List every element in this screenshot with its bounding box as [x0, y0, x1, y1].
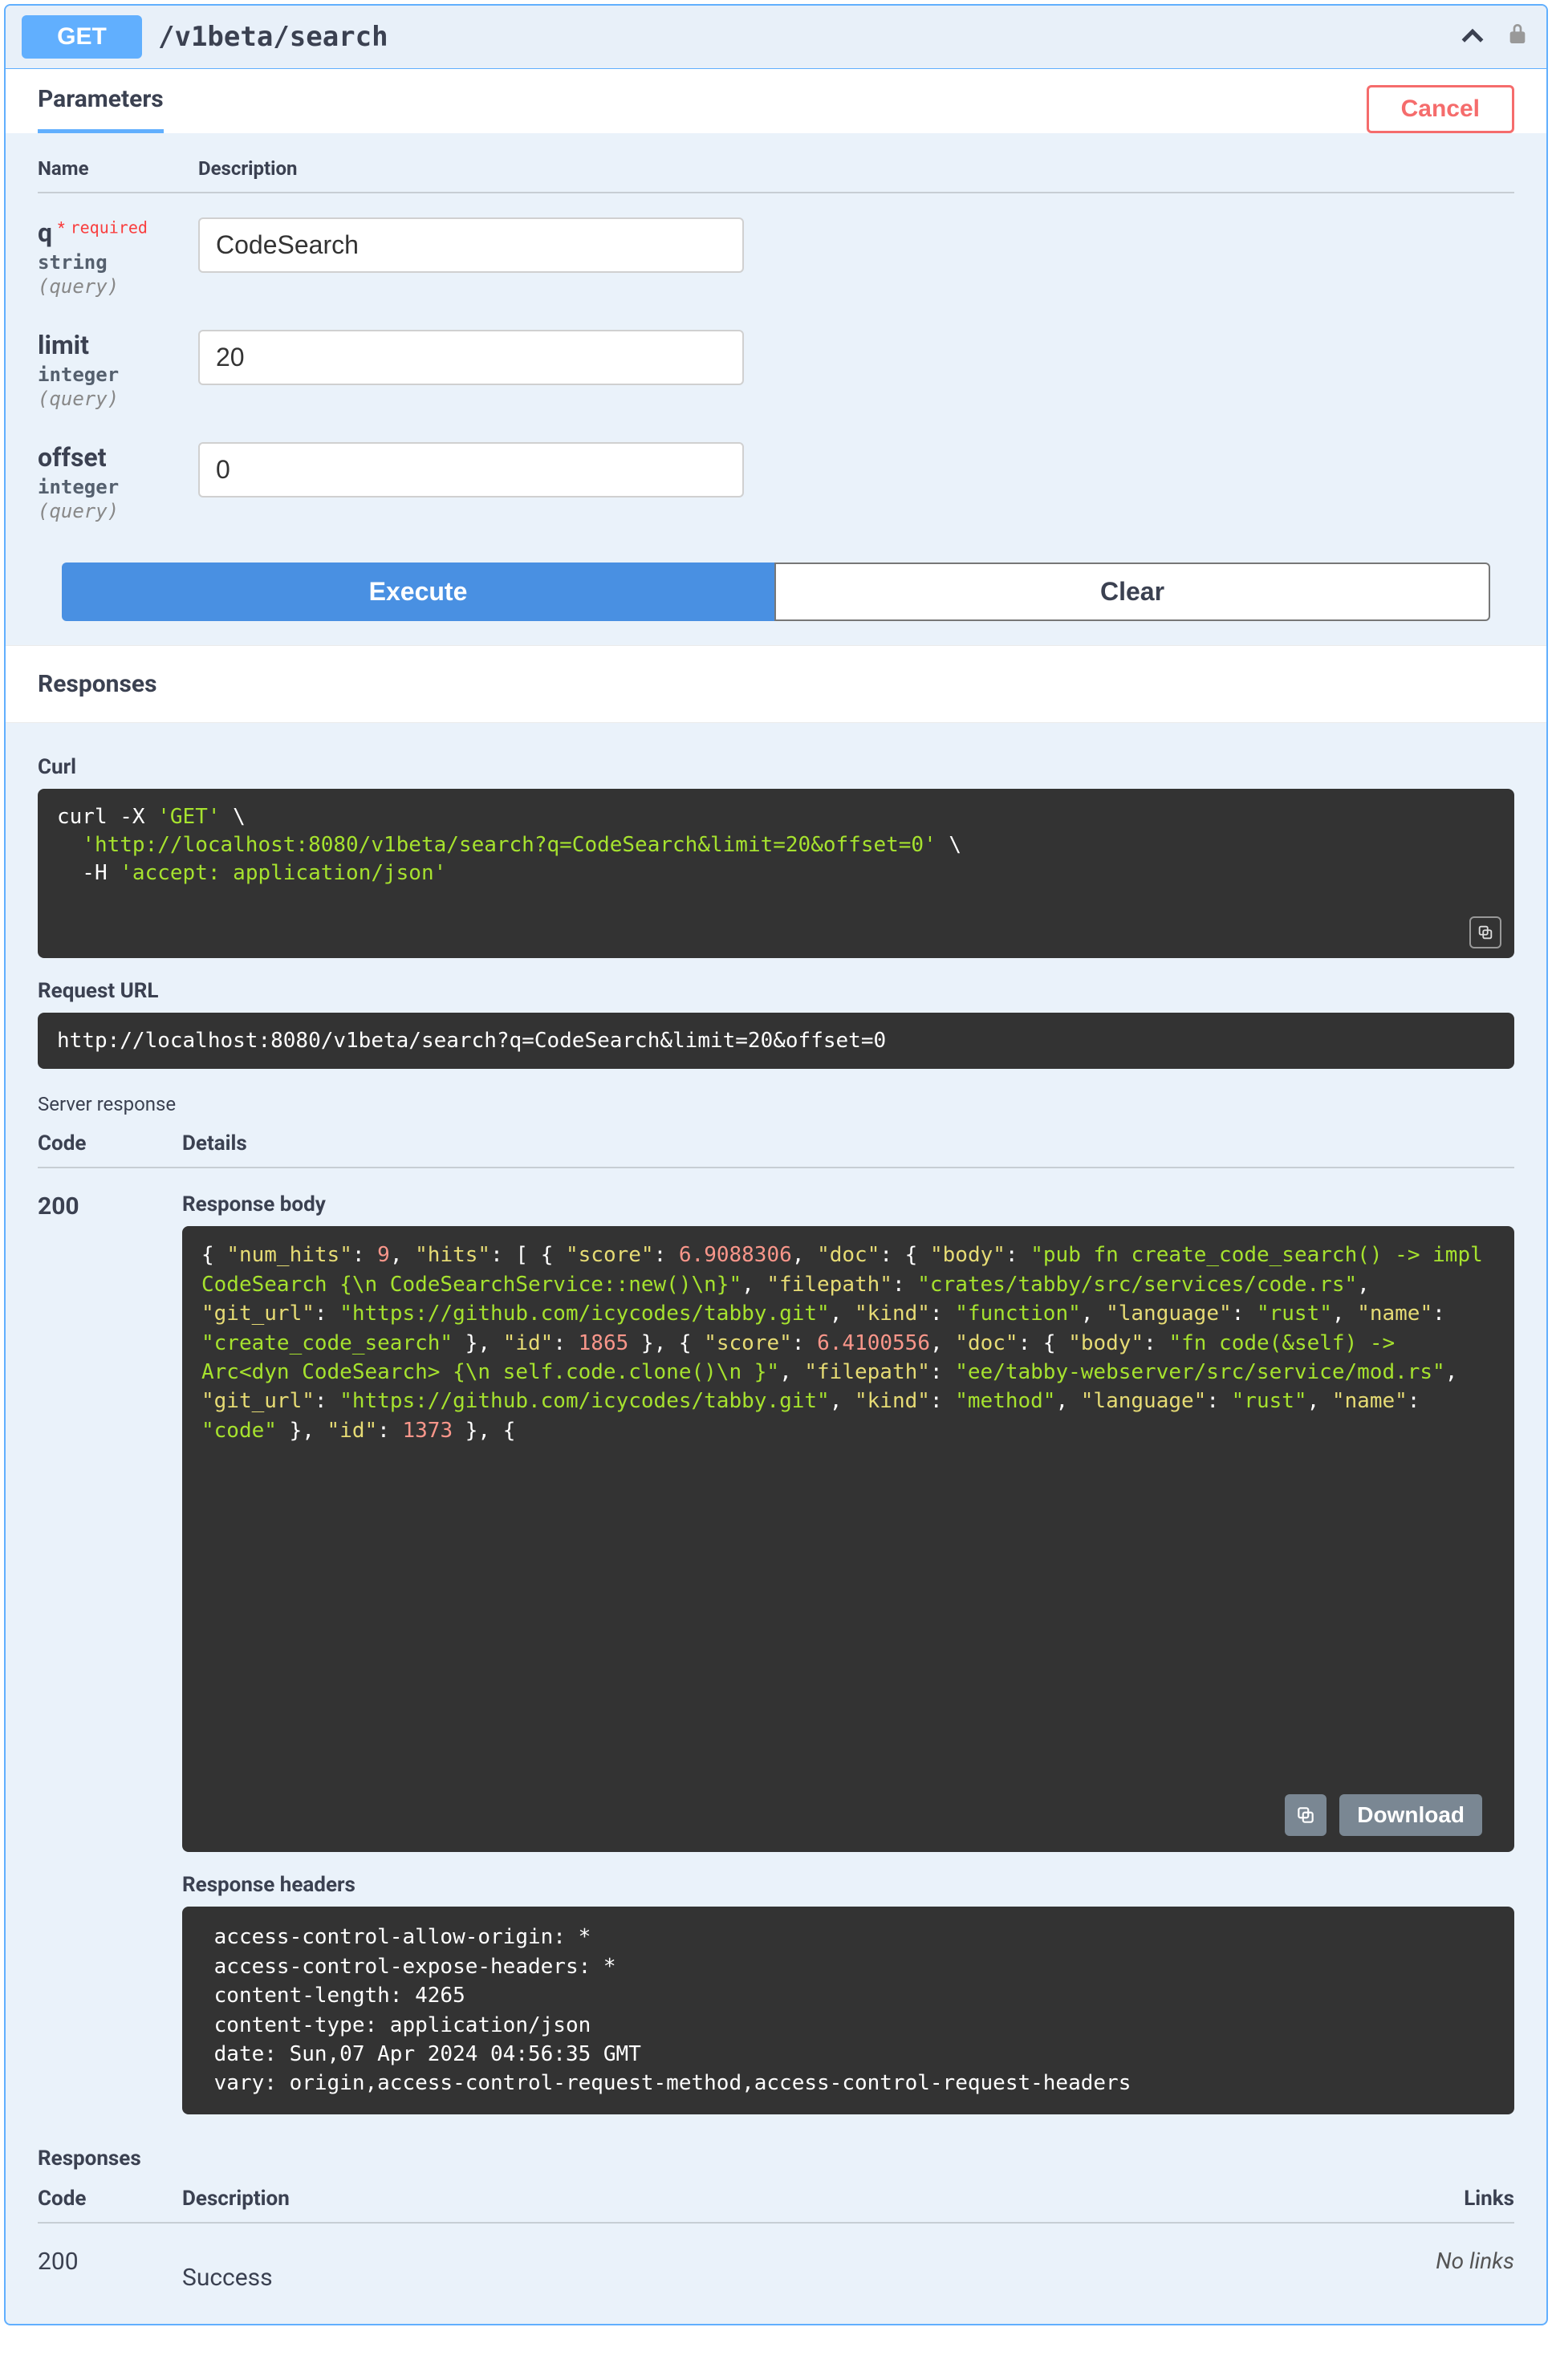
opblock: GET /v1beta/search Parameters Cancel Nam…: [4, 4, 1548, 2325]
response-body-box[interactable]: { "num_hits": 9, "hits": [ { "score": 6.…: [182, 1226, 1514, 1852]
request-url-label: Request URL: [38, 979, 1514, 1003]
param-row-q: q * required string (query): [38, 217, 1514, 298]
request-url-box: http://localhost:8080/v1beta/search?q=Co…: [38, 1013, 1514, 1069]
param-name: q: [38, 217, 52, 248]
responses-header: Responses: [6, 645, 1546, 723]
curl-text: 'http://localhost:8080/v1beta/search?q=C…: [82, 833, 936, 857]
execute-button[interactable]: Execute: [62, 563, 774, 621]
json-val: 1865: [579, 1331, 629, 1355]
json-val: "https://github.com/icycodes/tabby.git": [339, 1389, 829, 1413]
json-val: 1373: [402, 1419, 453, 1443]
curl-text: -H: [57, 861, 120, 885]
param-row-limit: limit integer (query): [38, 330, 1514, 410]
endpoint-path: /v1beta/search: [158, 21, 1457, 53]
response-body-label: Response body: [182, 1192, 1514, 1216]
copy-icon[interactable]: [1469, 916, 1501, 948]
curl-box: curl -X 'GET' \ 'http://localhost:8080/v…: [38, 789, 1514, 958]
param-row-offset: offset integer (query): [38, 442, 1514, 522]
tab-parameters[interactable]: Parameters: [38, 85, 164, 133]
response-headers-box: access-control-allow-origin: * access-co…: [182, 1907, 1514, 2114]
col-description: Description: [182, 2187, 1402, 2211]
download-button[interactable]: Download: [1339, 1794, 1482, 1836]
method-badge: GET: [22, 15, 142, 59]
responses-section: Curl curl -X 'GET' \ 'http://localhost:8…: [6, 723, 1546, 2138]
json-val: "https://github.com/icycodes/tabby.git": [339, 1302, 829, 1326]
json-val: "crates/tabby/src/services/code.rs": [917, 1273, 1357, 1297]
server-response-label: Server response: [38, 1093, 1514, 1115]
doc-responses: Responses Code Description Links 200 Suc…: [6, 2146, 1546, 2324]
required-star: *: [58, 218, 65, 238]
param-type: integer: [38, 476, 198, 498]
json-val: "function": [955, 1302, 1081, 1326]
input-offset[interactable]: [198, 442, 744, 498]
col-code: Code: [38, 2187, 182, 2211]
json-val: "code": [201, 1419, 277, 1443]
param-in: (query): [38, 275, 198, 298]
col-details: Details: [182, 1131, 1514, 1155]
param-type: string: [38, 251, 198, 274]
cancel-button[interactable]: Cancel: [1367, 85, 1514, 133]
parameters-section: Name Description q * required string (qu…: [6, 133, 1546, 645]
response-headers-label: Response headers: [182, 1873, 1514, 1897]
curl-text: 'GET': [157, 805, 220, 829]
doc-responses-label: Responses: [38, 2146, 1514, 2171]
curl-text: \: [221, 805, 246, 829]
tab-bar: Parameters Cancel: [6, 69, 1546, 133]
param-name: limit: [38, 330, 198, 360]
curl-label: Curl: [38, 755, 1514, 779]
json-val: "rust": [1232, 1389, 1307, 1413]
param-in: (query): [38, 388, 198, 410]
doc-links: No links: [1386, 2248, 1514, 2292]
doc-description: Success: [182, 2264, 1386, 2292]
curl-text: 'accept: application/json': [120, 861, 446, 885]
status-code: 200: [38, 1192, 182, 2114]
curl-text: [57, 833, 82, 857]
col-links: Links: [1402, 2187, 1514, 2211]
opblock-summary[interactable]: GET /v1beta/search: [6, 6, 1546, 69]
input-limit[interactable]: [198, 330, 744, 385]
doc-status-code: 200: [38, 2248, 182, 2292]
copy-icon[interactable]: [1285, 1794, 1327, 1836]
param-in: (query): [38, 500, 198, 522]
curl-text: \: [936, 833, 961, 857]
json-val: 6.9088306: [679, 1243, 792, 1267]
lock-icon[interactable]: [1505, 21, 1530, 54]
param-type: integer: [38, 363, 198, 386]
json-val: 9: [377, 1243, 390, 1267]
curl-text: curl -X: [57, 805, 157, 829]
json-val: "create_code_search": [201, 1331, 453, 1355]
clear-button[interactable]: Clear: [774, 563, 1490, 621]
chevron-up-icon[interactable]: [1457, 21, 1489, 53]
required-text: required: [71, 218, 148, 238]
col-code: Code: [38, 1131, 182, 1155]
json-val: 6.4100556: [817, 1331, 930, 1355]
json-val: "ee/tabby-webserver/src/service/mod.rs": [955, 1360, 1444, 1384]
input-q[interactable]: [198, 217, 744, 273]
json-val: "method": [955, 1389, 1055, 1413]
param-name: offset: [38, 442, 198, 473]
col-description: Description: [198, 157, 1514, 180]
col-name: Name: [38, 157, 198, 180]
json-val: "rust": [1257, 1302, 1332, 1326]
